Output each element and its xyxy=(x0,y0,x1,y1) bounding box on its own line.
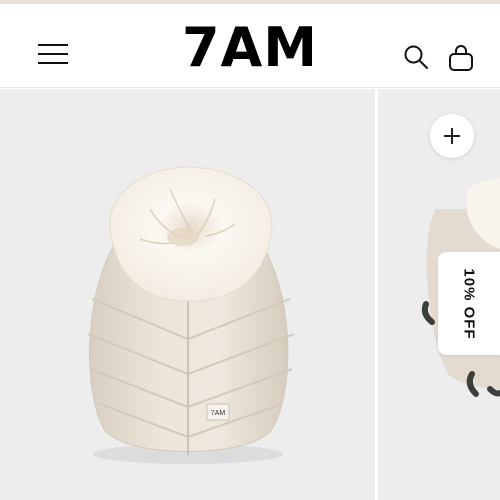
search-icon[interactable] xyxy=(403,44,429,70)
site-header: 7AM xyxy=(0,4,500,88)
shopping-bag-icon[interactable] xyxy=(448,44,474,72)
product-label-tag: 7AM xyxy=(211,410,226,417)
add-to-cart-plus-icon[interactable] xyxy=(430,114,474,158)
discount-badge-text: 10% OFF xyxy=(460,267,478,340)
product-card-cocoon[interactable]: 7AM xyxy=(0,89,375,500)
discount-badge: 10% OFF xyxy=(438,252,500,355)
brand-logo[interactable]: 7AM xyxy=(150,18,350,78)
hamburger-menu-icon[interactable] xyxy=(38,44,68,64)
cocoon-product-image: 7AM xyxy=(87,166,295,464)
